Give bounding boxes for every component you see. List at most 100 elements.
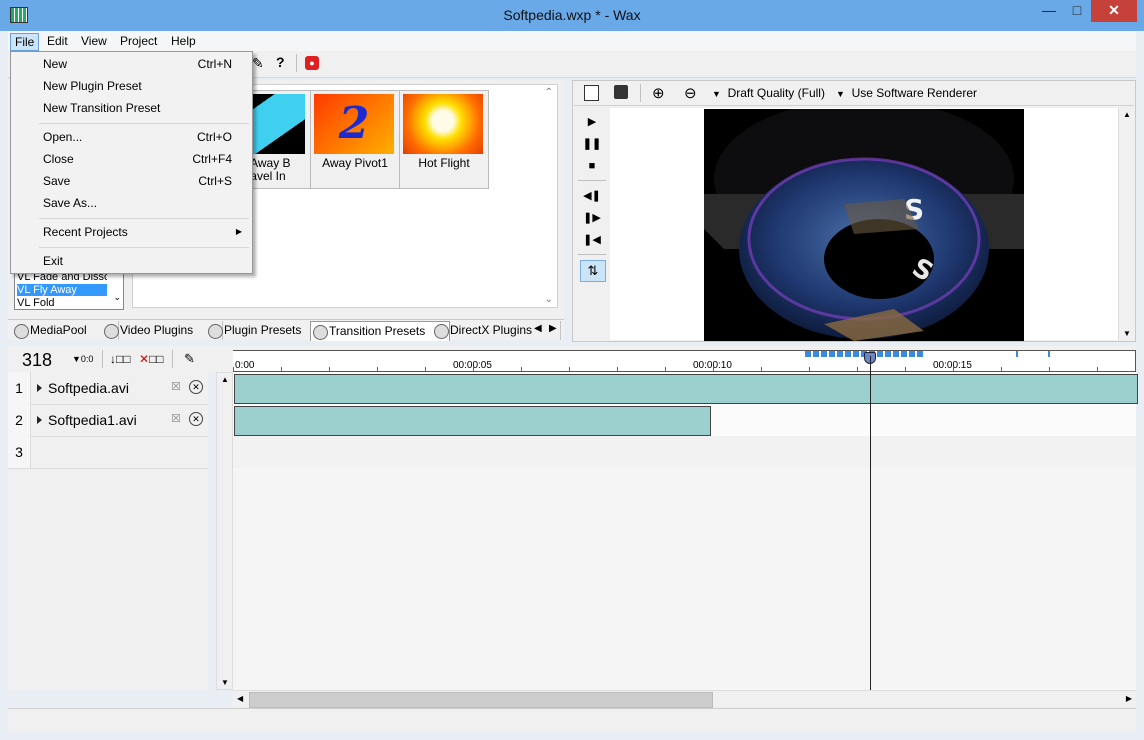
timeline-vscrollbar[interactable]: ▲ ▼: [216, 372, 233, 690]
maximize-button[interactable]: □: [1064, 0, 1090, 22]
remove-icon[interactable]: ✕: [189, 412, 203, 426]
menu-view[interactable]: View: [77, 33, 111, 49]
expand-icon[interactable]: [37, 416, 42, 424]
copy-icon[interactable]: [584, 85, 599, 101]
tab-video-plugins[interactable]: Video Plugins: [102, 321, 223, 340]
minimize-button[interactable]: —: [1034, 0, 1064, 22]
tab-icon: [208, 324, 223, 339]
timeline-tracks: [233, 372, 1138, 690]
clip-softpedia[interactable]: [234, 374, 1138, 404]
zoom-dropdown[interactable]: ▼0:0: [72, 354, 93, 364]
video-frame: S S: [704, 109, 1024, 341]
scroll-down-icon[interactable]: ⌄: [113, 292, 121, 303]
tab-icon: [104, 324, 119, 339]
track-header[interactable]: 2 Softpedia1.avi ☒ ✕: [8, 404, 208, 437]
tab-scroll-left-icon[interactable]: ◀: [534, 323, 542, 334]
menu-item-new-transition-preset[interactable]: New Transition Preset: [11, 97, 252, 119]
preset-thumb[interactable]: 2 Away Pivot1: [310, 90, 400, 189]
zoom-in-icon[interactable]: ⊕: [652, 84, 665, 102]
go-start-icon[interactable]: ❚◀: [580, 230, 604, 250]
track-number: 2: [8, 404, 31, 436]
menu-help[interactable]: Help: [167, 33, 200, 49]
renderer-dropdown[interactable]: ▼ Use Software Renderer: [836, 86, 977, 100]
edit-icon[interactable]: ✎: [184, 351, 195, 367]
menu-item-new-plugin-preset[interactable]: New Plugin Preset: [11, 75, 252, 97]
scroll-up-icon[interactable]: ▲: [221, 375, 229, 384]
quality-dropdown[interactable]: ▼ Draft Quality (Full): [712, 86, 825, 100]
scroll-down-icon[interactable]: ⌄: [545, 294, 553, 305]
track-header[interactable]: 3: [8, 436, 208, 469]
panel-tabs: MediaPool Video Plugins Plugin Presets T…: [8, 319, 564, 341]
remove-icon[interactable]: ✕: [189, 380, 203, 394]
scroll-down-icon[interactable]: ▼: [221, 678, 229, 687]
preset-thumb[interactable]: Hot Flight: [399, 90, 489, 189]
tab-icon: [313, 325, 328, 340]
step-forward-icon[interactable]: ❚▶: [580, 208, 604, 228]
timeline-ruler[interactable]: 0:00 00:00:05 00:00:10 00:00:15: [233, 350, 1136, 372]
track-name: Softpedia1.avi: [48, 412, 137, 428]
file-menu: New Ctrl+N New Plugin Preset New Transiti…: [10, 51, 253, 274]
step-back-icon[interactable]: ◀❚: [580, 186, 604, 206]
menu-file[interactable]: File: [10, 33, 40, 51]
menu-item-new[interactable]: New Ctrl+N: [11, 53, 252, 75]
zoom-out-icon[interactable]: ⊖: [684, 84, 697, 102]
scroll-down-icon[interactable]: ▼: [1123, 329, 1131, 338]
tab-scroll-right-icon[interactable]: ▶: [549, 323, 557, 334]
playhead[interactable]: [870, 356, 871, 690]
list-item[interactable]: VL Fold: [17, 297, 107, 309]
dropdown-arrow-icon: ▼: [836, 89, 845, 99]
frame-counter: 318: [22, 350, 53, 370]
save-icon[interactable]: [614, 85, 628, 99]
submenu-arrow-icon: ▶: [235, 227, 242, 236]
dropdown-arrow-icon: ▼: [712, 89, 721, 99]
ruler-ticks: [233, 367, 1136, 371]
title-bar: Softpedia.wxp * - Wax — □ ✕: [0, 0, 1144, 31]
track-name: Softpedia.avi: [48, 380, 129, 396]
scroll-up-icon[interactable]: ⌃: [545, 87, 553, 98]
expand-icon[interactable]: [37, 384, 42, 392]
menu-item-open[interactable]: Open... Ctrl+O: [11, 126, 252, 148]
timeline-hscrollbar[interactable]: ◀ ▶: [233, 690, 1136, 708]
stop-icon[interactable]: ■: [580, 156, 604, 176]
menu-item-recent-projects[interactable]: Recent Projects ▶: [11, 221, 252, 243]
preset-thumb-label: Away Pivot1: [322, 156, 388, 170]
mute-icon[interactable]: ☒: [171, 412, 181, 425]
tab-icon: [14, 324, 29, 339]
help-icon[interactable]: ?: [276, 54, 285, 70]
properties-icon[interactable]: ✎: [252, 55, 264, 72]
fire-thumb: [403, 94, 483, 154]
number-2-thumb: 2: [314, 94, 394, 154]
menu-item-save[interactable]: Save Ctrl+S: [11, 170, 252, 192]
scroll-thumb[interactable]: [249, 692, 713, 708]
add-track-icon[interactable]: ↓□□: [110, 352, 131, 366]
play-icon[interactable]: ▶: [580, 112, 604, 132]
track-lane[interactable]: [233, 404, 1136, 436]
menu-edit[interactable]: Edit: [43, 33, 72, 49]
track-headers: 1 Softpedia.avi ☒ ✕ 2 Softpedia1.avi ☒ ✕…: [8, 372, 208, 690]
track-number: 1: [8, 372, 31, 404]
scroll-up-icon[interactable]: ▲: [1123, 110, 1131, 119]
menu-item-save-as[interactable]: Save As...: [11, 192, 252, 214]
track-lane[interactable]: [233, 436, 1136, 468]
pause-icon[interactable]: ❚❚: [580, 134, 604, 154]
preview-toolbar: ⊕ ⊖ ▼ Draft Quality (Full) ▼ Use Softwar…: [574, 81, 1134, 106]
loop-icon[interactable]: ⇅: [580, 260, 606, 282]
scroll-right-icon[interactable]: ▶: [1126, 694, 1132, 703]
clip-softpedia1[interactable]: [234, 406, 711, 436]
status-bar: [8, 708, 1136, 732]
list-item-selected[interactable]: VL Fly Away: [17, 284, 107, 296]
scroll-left-icon[interactable]: ◀: [237, 694, 243, 703]
delete-track-icon[interactable]: ✕□□: [139, 352, 164, 366]
mute-icon[interactable]: ☒: [171, 380, 181, 393]
track-lane[interactable]: [233, 372, 1138, 404]
record-icon[interactable]: ●: [305, 56, 319, 70]
menu-item-exit[interactable]: Exit: [11, 250, 252, 272]
menu-project[interactable]: Project: [116, 33, 161, 49]
menu-item-close[interactable]: Close Ctrl+F4: [11, 148, 252, 170]
preview-scrollbar[interactable]: ▲ ▼: [1118, 108, 1135, 340]
close-button[interactable]: ✕: [1091, 0, 1137, 22]
tab-transition-presets[interactable]: Transition Presets: [310, 321, 450, 341]
tab-icon: [434, 324, 449, 339]
video-frame-image: S S: [704, 109, 1024, 341]
track-header[interactable]: 1 Softpedia.avi ☒ ✕: [8, 372, 208, 405]
